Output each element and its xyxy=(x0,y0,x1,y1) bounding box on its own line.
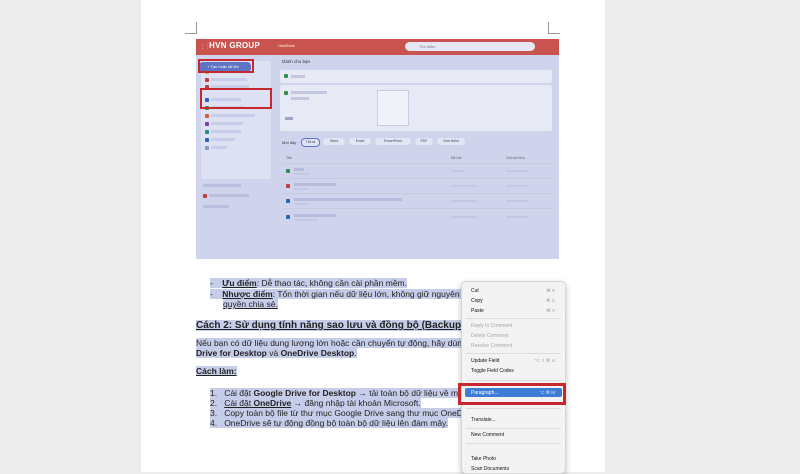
step-number: 4. xyxy=(210,418,218,428)
link-icon xyxy=(205,146,209,150)
for-you-heading: Dành cho bạn xyxy=(282,59,311,64)
highlight-box xyxy=(458,383,566,405)
bullet-disadvantage: - Nhược điểm: Tốn thời gian nếu dữ liệu … xyxy=(210,289,467,299)
filter-powerpoint: PowerPoint xyxy=(375,138,411,145)
menu-item-new-comment[interactable]: New Comment xyxy=(471,432,504,438)
brand-logo: HVN GROUP xyxy=(209,41,261,50)
column-name: Tên xyxy=(286,156,293,160)
menu-item-copy[interactable]: Copy xyxy=(471,298,483,304)
onenote-icon xyxy=(205,122,209,126)
filter-excel: Excel xyxy=(349,138,371,145)
menu-item-cut[interactable]: Cut xyxy=(471,288,479,294)
search-box: Tìm kiếm xyxy=(405,42,535,51)
howto-heading: Cách làm: xyxy=(196,366,237,376)
forms-icon xyxy=(205,130,209,134)
filter-more: Xem thêm xyxy=(437,138,465,145)
word-icon xyxy=(286,215,290,219)
step-text: OneDrive sẽ tự động đồng bộ toàn bộ dữ l… xyxy=(224,418,449,428)
step-text: → tải toàn bộ dữ liệu về máy xyxy=(355,388,468,398)
recent-label: Mới đây xyxy=(282,140,297,145)
intro-text: . xyxy=(354,348,357,358)
menu-shortcut: ⌘ V xyxy=(546,308,555,313)
highlight-box xyxy=(200,88,272,109)
menu-item-reply-comment[interactable]: Reply to Comment xyxy=(471,323,512,329)
upload-icon xyxy=(205,78,209,82)
step-bold: OneDrive xyxy=(253,398,292,408)
menu-item-take-photo[interactable]: Take Photo xyxy=(471,456,496,462)
menu-separator xyxy=(466,318,561,319)
filter-all: Tất cả xyxy=(301,138,320,147)
menu-item-paste[interactable]: Paste xyxy=(471,308,484,314)
bullet-label: Ưu điểm xyxy=(222,278,257,288)
highlight-box xyxy=(198,59,254,73)
step-text: → đăng nhập tài khoản Microsoft. xyxy=(291,398,421,408)
menu-shortcut: ⌘ X xyxy=(546,288,555,293)
menu-separator xyxy=(466,408,561,409)
bullet-continuation: quyền chia sẻ. xyxy=(223,299,278,309)
onedrive-header-bar: ⋮⋮ HVN GROUP OneDrive Tìm kiếm xyxy=(196,39,559,55)
crop-mark xyxy=(548,33,560,34)
product-name: OneDrive Desktop xyxy=(280,348,355,358)
bullet-label: Nhược điểm xyxy=(222,289,273,299)
group-icon xyxy=(203,194,207,198)
step-2: 2. Cài đặt OneDrive → đăng nhập tài khoả… xyxy=(210,398,421,408)
menu-separator xyxy=(466,428,561,429)
step-number: 2. xyxy=(210,398,218,408)
excel-icon xyxy=(286,169,290,173)
menu-item-scan-documents[interactable]: Scan Documents xyxy=(471,466,509,472)
step-text: Cài đặt xyxy=(224,398,254,408)
menu-item-delete-comment[interactable]: Delete Comment xyxy=(471,333,509,339)
step-text: Copy toàn bộ file từ thư mục Google Driv… xyxy=(224,408,468,418)
folder-icon xyxy=(286,184,290,188)
product-name: Drive for Desktop xyxy=(196,348,267,358)
powerpoint-icon xyxy=(205,114,209,118)
menu-item-update-field[interactable]: Update Field xyxy=(471,358,499,364)
menu-item-toggle-field-codes[interactable]: Toggle Field Codes xyxy=(471,368,514,374)
context-menu: Cut ⌘ X Copy ⌘ C Paste ⌘ V Reply to Comm… xyxy=(461,281,566,474)
search-placeholder: Tìm kiếm xyxy=(419,44,436,49)
crop-mark xyxy=(185,33,197,34)
intro-line-1: Nếu bạn có dữ liệu dung lượng lớn hoặc c… xyxy=(196,338,467,348)
menu-item-translate[interactable]: Translate... xyxy=(471,417,496,423)
step-1: 1. Cài đặt Google Drive for Desktop → tả… xyxy=(210,388,468,398)
filter-word: Word xyxy=(323,138,345,145)
bullet-advantage: - Ưu điểm: Dễ thao tác, không cần cài ph… xyxy=(210,278,407,288)
section-heading: Cách 2: Sử dụng tính năng sao lưu và đồn… xyxy=(196,320,472,331)
suggestion-card xyxy=(280,70,552,83)
column-opened: Đã mở xyxy=(451,156,462,160)
menu-separator xyxy=(466,380,561,381)
new-menu-panel xyxy=(201,61,271,179)
document-icon xyxy=(205,138,209,142)
menu-shortcut: ⌥ ⇧ ⌘ U xyxy=(534,358,555,363)
bullet-text: : Dễ thao tác, không cần cài phần mềm. xyxy=(256,278,407,288)
embedded-onedrive-screenshot[interactable]: ⋮⋮ HVN GROUP OneDrive Tìm kiếm + Tạo hoặ… xyxy=(196,39,559,259)
word-icon xyxy=(286,199,290,203)
quick-access-label xyxy=(203,184,241,187)
step-4: 4. OneDrive sẽ tự động đồng bộ toàn bộ d… xyxy=(210,418,449,428)
menu-separator xyxy=(466,443,561,444)
menu-shortcut: ⌘ C xyxy=(546,298,555,303)
step-bold: Google Drive for Desktop xyxy=(253,388,356,398)
filter-pdf: PDF xyxy=(415,138,433,145)
recent-file-card xyxy=(280,85,552,131)
step-text: Cài đặt xyxy=(224,388,254,398)
bullet-text: : Tốn thời gian nếu dữ liệu lớn, không g… xyxy=(272,289,467,299)
intro-line-2: Drive for Desktop và OneDrive Desktop. xyxy=(196,348,357,358)
menu-item-resolve-comment[interactable]: Resolve Comment xyxy=(471,343,512,349)
menu-separator xyxy=(466,353,561,354)
app-name: OneDrive xyxy=(278,43,295,48)
section-heading-text: Cách 2: Sử dụng tính năng sao lưu và đồn… xyxy=(196,320,472,331)
step-number: 1. xyxy=(210,388,218,398)
step-3: 3. Copy toàn bộ file từ thư mục Google D… xyxy=(210,408,468,418)
bullet-text: quyền chia sẻ. xyxy=(223,299,278,309)
intro-text: và xyxy=(266,348,281,358)
howto-text: Cách làm: xyxy=(196,366,237,376)
column-owner: Chủ sở hữu xyxy=(506,156,525,160)
intro-text: Nếu bạn có dữ liệu dung lượng lớn hoặc c… xyxy=(196,338,467,348)
step-number: 3. xyxy=(210,408,218,418)
